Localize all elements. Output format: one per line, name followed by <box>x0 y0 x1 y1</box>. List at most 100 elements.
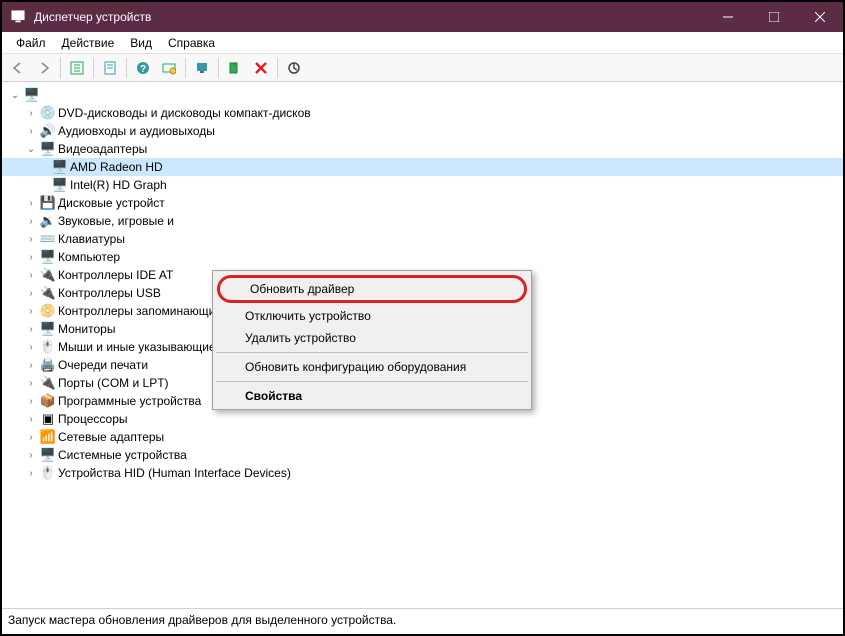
chevron-right-icon[interactable]: › <box>24 394 38 408</box>
tree-root[interactable]: ⌄ 🖥️ <box>2 86 843 104</box>
chevron-right-icon[interactable]: › <box>24 376 38 390</box>
disk-icon: 💾 <box>40 195 56 211</box>
menu-view[interactable]: Вид <box>122 34 160 52</box>
menu-action[interactable]: Действие <box>54 34 123 52</box>
category-label: Программные устройства <box>58 394 201 408</box>
category-label: Устройства HID (Human Interface Devices) <box>58 466 291 480</box>
category-label: Мониторы <box>58 322 115 336</box>
device-label: AMD Radeon HD <box>70 160 163 174</box>
ide-controller-icon: 🔌 <box>40 267 56 283</box>
toolbar: ? <box>2 54 843 82</box>
tree-category-cpu[interactable]: ›▣Процессоры <box>2 410 843 428</box>
category-label: Видеоадаптеры <box>58 142 147 156</box>
minimize-button[interactable] <box>705 2 751 32</box>
chevron-right-icon[interactable]: › <box>24 286 38 300</box>
hid-icon: 🖱️ <box>40 465 56 481</box>
category-label: Системные устройства <box>58 448 187 462</box>
chevron-right-icon[interactable]: › <box>24 106 38 120</box>
tree-category-net[interactable]: ›📶Сетевые адаптеры <box>2 428 843 446</box>
tree-category-dvd[interactable]: ›💿DVD-дисководы и дисководы компакт-диск… <box>2 104 843 122</box>
mouse-icon: 🖱️ <box>40 339 56 355</box>
chevron-right-icon[interactable]: › <box>24 448 38 462</box>
category-label: DVD-дисководы и дисководы компакт-дисков <box>58 106 311 120</box>
display-adapter-icon: 🖥️ <box>52 159 68 175</box>
svg-text:?: ? <box>140 64 146 75</box>
category-label: Компьютер <box>58 250 120 264</box>
tree-device-intel[interactable]: 🖥️Intel(R) HD Graph <box>2 176 843 194</box>
maximize-button[interactable] <box>751 2 797 32</box>
chevron-right-icon[interactable]: › <box>24 196 38 210</box>
show-hide-tree-button[interactable] <box>65 56 89 80</box>
computer-icon: 🖥️ <box>24 87 40 103</box>
menu-help[interactable]: Справка <box>160 34 223 52</box>
audio-icon: 🔊 <box>40 123 56 139</box>
help-button[interactable]: ? <box>131 56 155 80</box>
tree-category-keyboard[interactable]: ›⌨️Клавиатуры <box>2 230 843 248</box>
display-adapter-icon: 🖥️ <box>40 141 56 157</box>
statusbar: Запуск мастера обновления драйверов для … <box>2 608 843 630</box>
tree-category-computer[interactable]: ›🖥️Компьютер <box>2 248 843 266</box>
uninstall-device-button[interactable] <box>249 56 273 80</box>
system-device-icon: 🖥️ <box>40 447 56 463</box>
chevron-down-icon[interactable]: ⌄ <box>24 142 38 156</box>
ctx-separator <box>216 381 528 382</box>
chevron-right-icon[interactable]: › <box>24 466 38 480</box>
chevron-right-icon[interactable]: › <box>24 412 38 426</box>
scan-hardware-button[interactable] <box>157 56 181 80</box>
storage-controller-icon: 📀 <box>40 303 56 319</box>
titlebar: Диспетчер устройств <box>2 2 843 32</box>
ctx-scan-hardware[interactable]: Обновить конфигурацию оборудования <box>215 356 529 378</box>
usb-icon: 🔌 <box>40 285 56 301</box>
display-adapter-icon: 🖥️ <box>52 177 68 193</box>
back-button[interactable] <box>6 56 30 80</box>
menubar: Файл Действие Вид Справка <box>2 32 843 54</box>
update-driver-button[interactable] <box>190 56 214 80</box>
category-label: Контроллеры USB <box>58 286 161 300</box>
window-controls <box>705 2 843 32</box>
dvd-icon: 💿 <box>40 105 56 121</box>
disable-device-button[interactable] <box>223 56 247 80</box>
statusbar-text: Запуск мастера обновления драйверов для … <box>8 613 396 627</box>
chevron-right-icon[interactable]: › <box>24 430 38 444</box>
chevron-right-icon[interactable]: › <box>24 304 38 318</box>
ctx-update-driver[interactable]: Обновить драйвер <box>217 275 527 303</box>
computer-icon: 🖥️ <box>40 249 56 265</box>
tree-category-video[interactable]: ⌄🖥️Видеоадаптеры <box>2 140 843 158</box>
chevron-right-icon[interactable]: › <box>24 340 38 354</box>
tree-category-disk[interactable]: ›💾Дисковые устройст <box>2 194 843 212</box>
tree-device-amd[interactable]: 🖥️AMD Radeon HD <box>2 158 843 176</box>
context-menu: Обновить драйвер Отключить устройство Уд… <box>212 270 532 410</box>
chevron-down-icon[interactable]: ⌄ <box>8 88 22 102</box>
chevron-right-icon[interactable]: › <box>24 358 38 372</box>
ctx-disable-device[interactable]: Отключить устройство <box>215 305 529 327</box>
ctx-properties[interactable]: Свойства <box>215 385 529 407</box>
category-label: Дисковые устройст <box>58 196 165 210</box>
category-label: Сетевые адаптеры <box>58 430 164 444</box>
chevron-right-icon[interactable]: › <box>24 214 38 228</box>
category-label: Процессоры <box>58 412 128 426</box>
properties-button[interactable] <box>98 56 122 80</box>
menu-file[interactable]: Файл <box>8 34 54 52</box>
close-button[interactable] <box>797 2 843 32</box>
category-label: Порты (COM и LPT) <box>58 376 169 390</box>
chevron-right-icon[interactable]: › <box>24 250 38 264</box>
tree-category-hid[interactable]: ›🖱️Устройства HID (Human Interface Devic… <box>2 464 843 482</box>
tree-category-system[interactable]: ›🖥️Системные устройства <box>2 446 843 464</box>
forward-button[interactable] <box>32 56 56 80</box>
category-label: Аудиовходы и аудиовыходы <box>58 124 215 138</box>
chevron-right-icon[interactable]: › <box>24 322 38 336</box>
ctx-separator <box>216 352 528 353</box>
chevron-right-icon[interactable]: › <box>24 124 38 138</box>
keyboard-icon: ⌨️ <box>40 231 56 247</box>
category-label: Звуковые, игровые и <box>58 214 174 228</box>
port-icon: 🔌 <box>40 375 56 391</box>
chevron-right-icon[interactable]: › <box>24 232 38 246</box>
app-icon <box>10 9 26 25</box>
cpu-icon: ▣ <box>40 411 56 427</box>
tree-category-audio[interactable]: ›🔊Аудиовходы и аудиовыходы <box>2 122 843 140</box>
refresh-icon-button[interactable] <box>282 56 306 80</box>
window-title: Диспетчер устройств <box>34 10 705 24</box>
tree-category-sound[interactable]: ›🔉Звуковые, игровые и <box>2 212 843 230</box>
chevron-right-icon[interactable]: › <box>24 268 38 282</box>
ctx-uninstall-device[interactable]: Удалить устройство <box>215 327 529 349</box>
